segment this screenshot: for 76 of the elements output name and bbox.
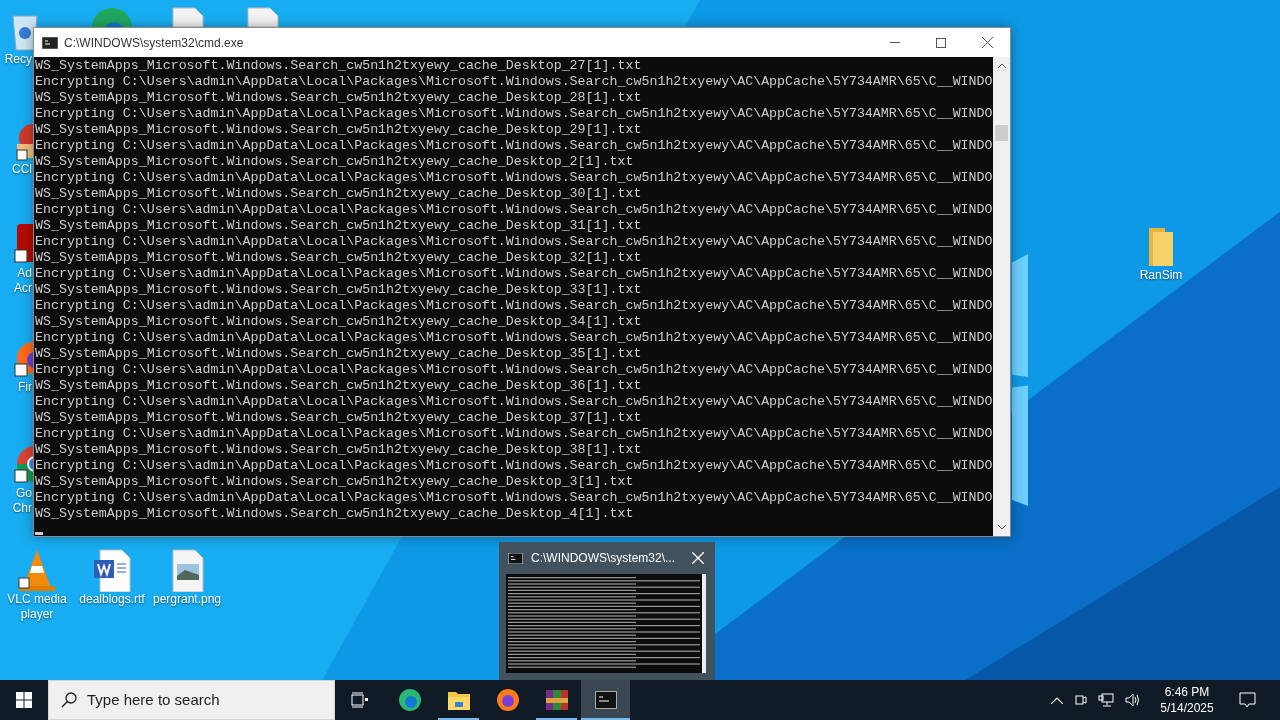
clock-time: 6:46 PM <box>1164 684 1210 700</box>
console-line: WS_SystemApps_Microsoft.Windows.Search_cw5n1h2txyewy_cache_Desktop_35[1].txt <box>35 346 643 362</box>
icon-label: Fir <box>18 380 33 395</box>
console-line: Encrypting C:\Users\admin\AppData\Local\Packages\Microsoft.Windows.Search_cw5n1h2txyewy\AC\AppCache\5Y734AMR\65\C__WINDO <box>35 170 993 186</box>
scroll-thumb[interactable] <box>995 125 1008 141</box>
console-line: Encrypting C:\Users\admin\AppData\Local\Packages\Microsoft.Windows.Search_cw5n1h2txyewy\AC\AppCache\5Y734AMR\65\C__WINDO <box>35 266 993 282</box>
close-icon[interactable] <box>692 552 704 564</box>
console-line: Encrypting C:\Users\admin\AppData\Local\Packages\Microsoft.Windows.Search_cw5n1h2txyewy\AC\AppCache\5Y734AMR\65\C__WINDO <box>35 330 993 346</box>
network-icon[interactable] <box>1098 693 1114 707</box>
icon-label: CCl <box>12 162 33 177</box>
scroll-up-icon <box>997 63 1006 68</box>
window-title: C:\WINDOWS\system32\cmd.exe <box>64 34 244 52</box>
console-line: WS_SystemApps_Microsoft.Windows.Search_cw5n1h2txyewy_cache_Desktop_4[1].txt <box>35 506 635 522</box>
icon-label: Go <box>16 486 33 501</box>
console-line: WS_SystemApps_Microsoft.Windows.Search_cw5n1h2txyewy_cache_Desktop_34[1].txt <box>35 314 643 330</box>
speaker-icon[interactable] <box>1125 693 1141 707</box>
scroll-down-icon <box>997 525 1006 530</box>
console-line: WS_SystemApps_Microsoft.Windows.Search_cw5n1h2txyewy_cache_Desktop_32[1].txt <box>35 250 643 266</box>
clock[interactable]: 6:46 PM 5/14/2025 <box>1153 684 1221 716</box>
console-line: Encrypting C:\Users\admin\AppData\Local\Packages\Microsoft.Windows.Search_cw5n1h2txyewy\AC\AppCache\5Y734AMR\65\C__WINDO <box>35 490 993 506</box>
edge-icon <box>397 688 422 712</box>
icon-label: Recy <box>4 52 33 67</box>
console-line: WS_SystemApps_Microsoft.Windows.Search_cw5n1h2txyewy_cache_Desktop_30[1].txt <box>35 186 643 202</box>
console-line: Encrypting C:\Users\admin\AppData\Local\Packages\Microsoft.Windows.Search_cw5n1h2txyewy\AC\AppCache\5Y734AMR\65\C__WINDO <box>35 74 993 90</box>
archive-books-icon <box>544 688 569 712</box>
console-icon <box>594 691 617 709</box>
taskbar-app-button[interactable] <box>581 680 630 720</box>
search-bar[interactable]: Type here to search <box>48 680 335 720</box>
console-line: Encrypting C:\Users\admin\AppData\Local\Packages\Microsoft.Windows.Search_cw5n1h2txyewy\AC\AppCache\5Y734AMR\65\C__WINDO <box>35 426 993 442</box>
console-line: WS_SystemApps_Microsoft.Windows.Search_cw5n1h2txyewy_cache_Desktop_38[1].txt <box>35 442 643 458</box>
close-icon <box>981 37 993 48</box>
clock-date: 5/14/2025 <box>1160 700 1214 716</box>
console-line: WS_SystemApps_Microsoft.Windows.Search_cw5n1h2txyewy_cache_Desktop_36[1].txt <box>35 378 643 394</box>
icon-label: VLC media <box>7 592 67 607</box>
folder-icon <box>446 689 471 711</box>
running-indicator <box>438 718 479 720</box>
task-view-icon <box>351 692 369 708</box>
camera-icon[interactable] <box>1075 692 1087 708</box>
chevron-up-icon[interactable] <box>1051 696 1063 704</box>
console-icon <box>508 552 523 564</box>
console-line: Encrypting C:\Users\admin\AppData\Local\Packages\Microsoft.Windows.Search_cw5n1h2txyewy\AC\AppCache\5Y734AMR\65\C__WINDO <box>35 234 993 250</box>
console-line: WS_SystemApps_Microsoft.Windows.Search_cw5n1h2txyewy_cache_Desktop_2[1].txt <box>35 154 635 170</box>
icon-label: player <box>20 607 54 622</box>
window-preview[interactable]: C:\WINDOWS\system32\... <box>499 542 715 680</box>
console-line: Encrypting C:\Users\admin\AppData\Local\Packages\Microsoft.Windows.Search_cw5n1h2txyewy\AC\AppCache\5Y734AMR\65\C__WINDO <box>35 138 993 154</box>
console-line: WS_SystemApps_Microsoft.Windows.Search_cw5n1h2txyewy_cache_Desktop_27[1].txt <box>35 58 643 74</box>
icon-label: Chr <box>12 501 33 516</box>
running-indicator <box>536 718 577 720</box>
console-line: Encrypting C:\Users\admin\AppData\Local\Packages\Microsoft.Windows.Search_cw5n1h2txyewy\AC\AppCache\5Y734AMR\65\C__WINDO <box>35 458 993 474</box>
maximize-icon <box>936 37 946 48</box>
console-line: Encrypting C:\Users\admin\AppData\Local\Packages\Microsoft.Windows.Search_cw5n1h2txyewy\AC\AppCache\5Y734AMR\65\C__WINDO <box>35 362 993 378</box>
console-line: WS_SystemApps_Microsoft.Windows.Search_cw5n1h2txyewy_cache_Desktop_31[1].txt <box>35 218 643 234</box>
console-icon <box>42 36 58 49</box>
icon-label: Ad <box>17 266 33 281</box>
windows-logo-icon <box>16 692 32 708</box>
console-line: Encrypting C:\Users\admin\AppData\Local\Packages\Microsoft.Windows.Search_cw5n1h2txyewy\AC\AppCache\5Y734AMR\65\C__WINDO <box>35 202 993 218</box>
search-icon <box>61 692 77 708</box>
console-line: WS_SystemApps_Microsoft.Windows.Search_cw5n1h2txyewy_cache_Desktop_28[1].txt <box>35 90 643 106</box>
notifications-icon[interactable] <box>1239 692 1256 708</box>
icon-label: RanSim <box>1139 268 1183 283</box>
console-line: WS_SystemApps_Microsoft.Windows.Search_cw5n1h2txyewy_cache_Desktop_29[1].txt <box>35 122 643 138</box>
text-cursor <box>35 532 43 535</box>
search-field[interactable]: Type here to search <box>87 688 317 712</box>
icon-label: Acr <box>14 281 33 296</box>
console-line: Encrypting C:\Users\admin\AppData\Local\Packages\Microsoft.Windows.Search_cw5n1h2txyewy\AC\AppCache\5Y734AMR\65\C__WINDO <box>35 298 993 314</box>
console-line: Encrypting C:\Users\admin\AppData\Local\Packages\Microsoft.Windows.Search_cw5n1h2txyewy\AC\AppCache\5Y734AMR\65\C__WINDO <box>35 106 993 122</box>
preview-title: C:\WINDOWS\system32\... <box>531 550 675 567</box>
scrollbar[interactable] <box>993 57 1010 536</box>
console-line: WS_SystemApps_Microsoft.Windows.Search_cw5n1h2txyewy_cache_Desktop_33[1].txt <box>35 282 643 298</box>
icon-label: dealblogs.rtf <box>79 592 145 607</box>
console-line: WS_SystemApps_Microsoft.Windows.Search_cw5n1h2txyewy_cache_Desktop_37[1].txt <box>35 410 643 426</box>
minimize-icon <box>890 42 900 43</box>
console-line: Encrypting C:\Users\admin\AppData\Local\Packages\Microsoft.Windows.Search_cw5n1h2txyewy\AC\AppCache\5Y734AMR\65\C__WINDO <box>35 394 993 410</box>
running-indicator <box>581 718 630 720</box>
console-line: WS_SystemApps_Microsoft.Windows.Search_cw5n1h2txyewy_cache_Desktop_3[1].txt <box>35 474 635 490</box>
icon-label: pergrant.png <box>152 592 222 607</box>
